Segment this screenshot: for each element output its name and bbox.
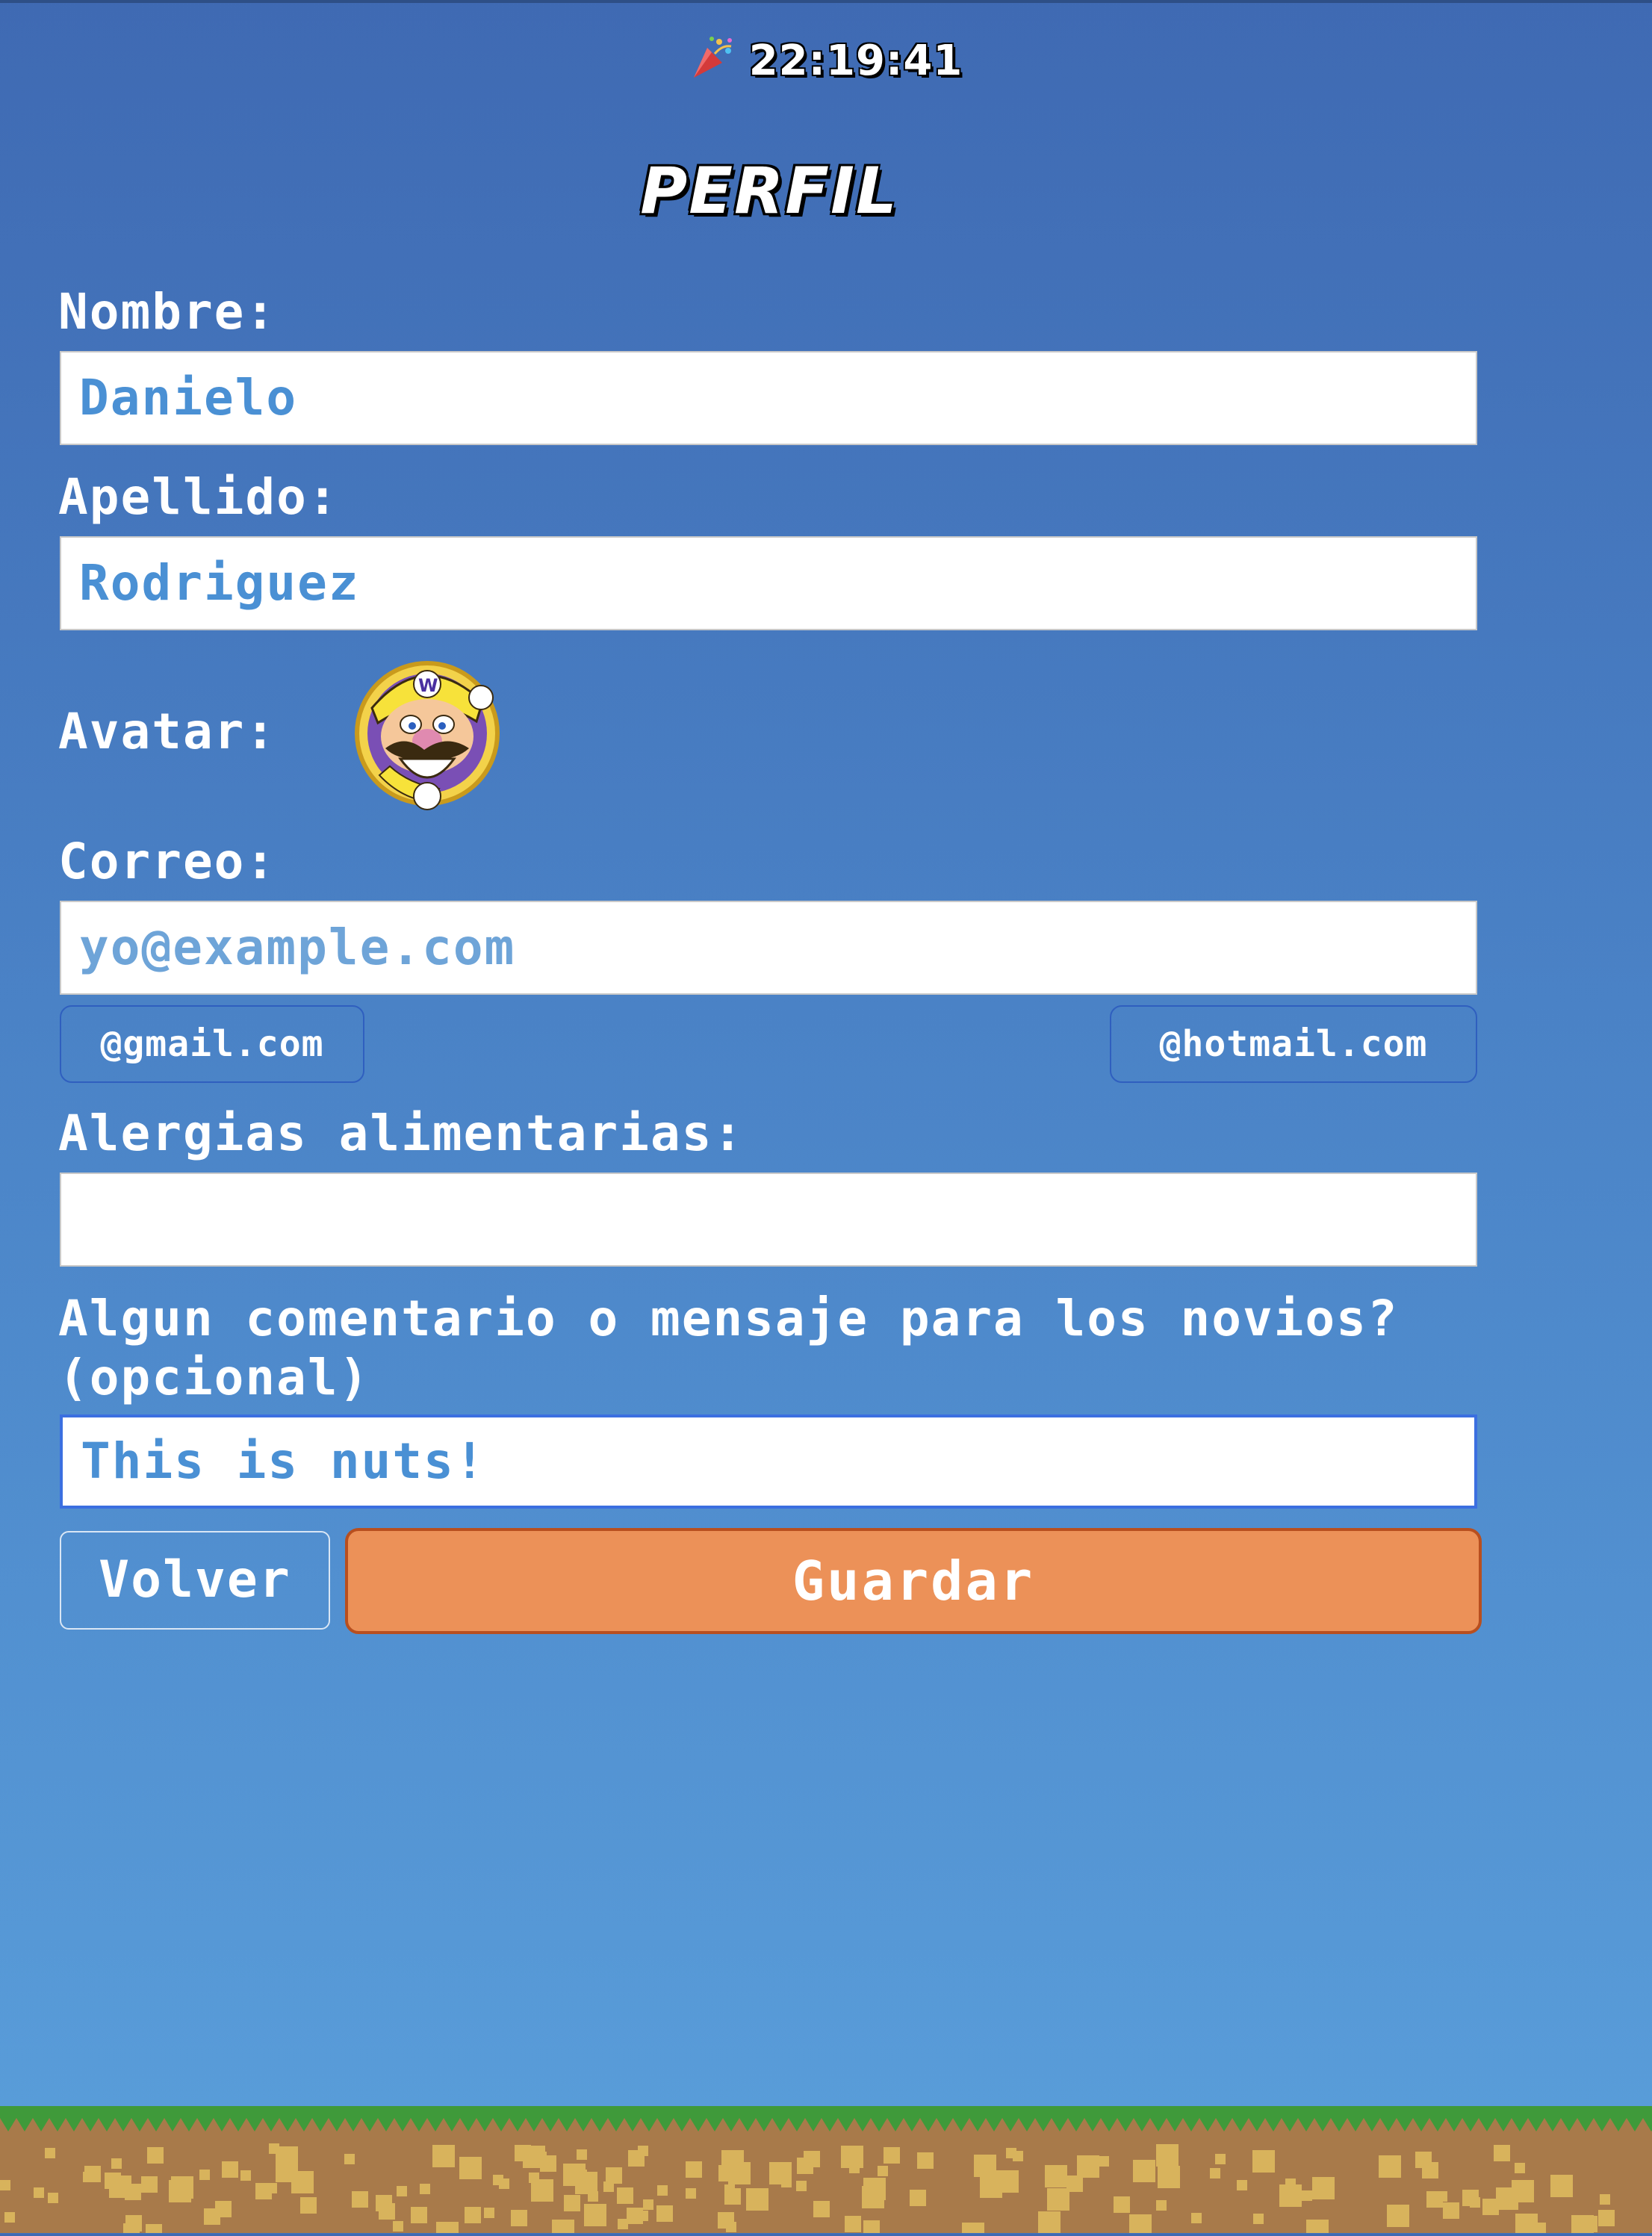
page-title: PERFIL — [640, 154, 898, 229]
alergias-label: Alergias alimentarias: — [58, 1105, 745, 1162]
correo-placeholder: yo@example.com — [79, 919, 516, 976]
clock-time: 22:19:41 — [748, 37, 963, 85]
clock: 22:19:41 — [0, 34, 1652, 85]
comentario-label: Algun comentario o mensaje para los novi… — [58, 1290, 1399, 1407]
top-edge — [0, 0, 1652, 3]
ground-decoration — [0, 2099, 1652, 2236]
party-popper-icon — [689, 34, 736, 81]
apellido-input[interactable]: Rodriguez — [60, 536, 1477, 630]
nombre-value: Danielo — [79, 369, 298, 426]
avatar-label: Avatar: — [58, 703, 277, 760]
comentario-value: This is nuts! — [81, 1432, 486, 1490]
hotmail-suggestion-button[interactable]: @hotmail.com — [1110, 1005, 1477, 1083]
gmail-suggestion-button[interactable]: @gmail.com — [60, 1005, 364, 1083]
nombre-input[interactable]: Danielo — [60, 351, 1477, 445]
nombre-label: Nombre: — [58, 283, 277, 341]
svg-text:W: W — [418, 675, 438, 696]
back-button[interactable]: Volver — [60, 1531, 330, 1630]
alergias-input[interactable] — [60, 1173, 1477, 1267]
correo-input[interactable]: yo@example.com — [60, 901, 1477, 995]
apellido-value: Rodriguez — [79, 554, 360, 612]
apellido-label: Apellido: — [58, 468, 339, 526]
wario-avatar-icon[interactable]: W — [350, 650, 500, 814]
correo-label: Correo: — [58, 833, 277, 890]
save-button[interactable]: Guardar — [345, 1528, 1482, 1634]
comentario-input[interactable]: This is nuts! — [60, 1414, 1477, 1509]
